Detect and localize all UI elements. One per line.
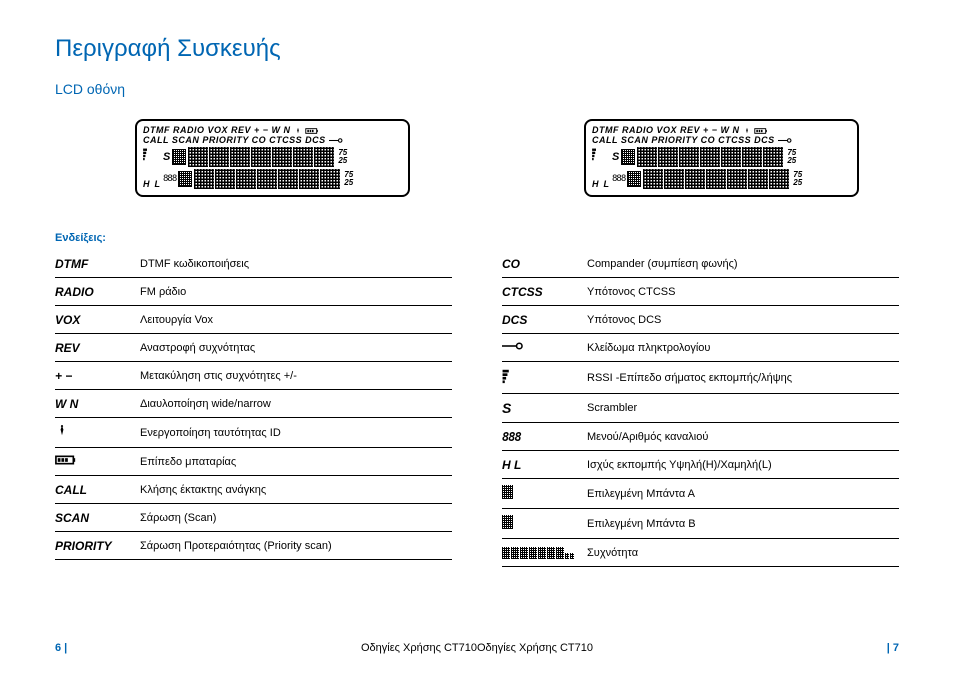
indicator-symbol: CO [502,257,587,271]
indicator-symbol [502,485,587,502]
indicator-symbol: VOX [55,313,140,327]
manual-name-left: Οδηγίες Χρήσης CT710 [361,642,477,654]
indicator-symbol: RADIO [55,285,140,299]
table-row: Ενεργοποίηση ταυτότητας ID [55,418,452,448]
indicator-description: Compander (συμπίεση φωνής) [587,258,899,270]
indicator-symbol: CTCSS [502,285,587,299]
table-row: + −Μετακύληση στις συχνότητες +/- [55,362,452,390]
indicator-description: Σάρωση Προτεραιότητας (Priority scan) [140,540,452,552]
lcd-display-right: DTMF RADIO VOX REV + − W N CALL SCAN PRI… [584,119,859,197]
indicator-description: Αναστροφή συχνότητας [140,342,452,354]
table-row: SScrambler [502,394,899,423]
signal-icon [143,147,151,161]
indicator-symbol [502,515,587,532]
indicator-symbol: DCS [502,313,587,327]
indicator-description: Υπότονος CTCSS [587,286,899,298]
lcd-line2: CALL SCAN PRIORITY CO CTCSS DCS [143,135,402,145]
right-column: COCompander (συμπίεση φωνής)CTCSSΥπότονο… [502,250,899,567]
indicator-symbol: DTMF [55,257,140,271]
footer: 6 | Οδηγίες Χρήσης CT710 Οδηγίες Χρήσης … [55,642,899,654]
page-number-left: 6 | [55,642,67,654]
band-a-icon [502,485,513,499]
page-title: Περιγραφή Συσκευής [55,35,899,63]
lcd-display-left: DTMF RADIO VOX REV + − W N CALL SCAN PRI… [135,119,410,197]
indicator-description: Επιλεγμένη Μπάντα Α [587,488,899,500]
indicator-symbol [502,547,587,559]
indicator-symbol [502,368,587,387]
indicator-symbol: SCAN [55,511,140,525]
table-row: CTCSSΥπότονος CTCSS [502,278,899,306]
table-row: PRIORITYΣάρωση Προτεραιότητας (Priority … [55,532,452,560]
indicator-symbol: W N [55,397,140,411]
indicator-description: Κλήσης έκτακτης ανάγκης [140,484,452,496]
table-row: 888Μενού/Αριθμός καναλιού [502,423,899,451]
lcd-row: DTMF RADIO VOX REV + − W N CALL SCAN PRI… [55,119,899,197]
indicator-symbol: + − [55,369,140,383]
table-row: VOXΛειτουργία Vox [55,306,452,334]
indicator-description: Σάρωση (Scan) [140,512,452,524]
indicator-description: Scrambler [587,402,899,414]
indicator-description: Λειτουργία Vox [140,314,452,326]
indicator-symbol: S [502,400,587,416]
left-column: DTMFDTMF κωδικοποιήσειςRADIOFM ράδιοVOXΛ… [55,250,452,567]
table-row: RADIOFM ράδιο [55,278,452,306]
indicator-description: Ενεργοποίηση ταυτότητας ID [140,427,452,439]
indicator-description: Κλείδωμα πληκτρολογίου [587,342,899,354]
table-row: DTMFDTMF κωδικοποιήσεις [55,250,452,278]
indicator-symbol: REV [55,341,140,355]
indicator-symbol: PRIORITY [55,539,140,553]
table-row: W NΔιαυλοποίηση wide/narrow [55,390,452,418]
indicator-symbol: CALL [55,483,140,497]
indicator-description: Επιλεγμένη Μπάντα Β [587,518,899,530]
indicator-description: Μετακύληση στις συχνότητες +/- [140,370,452,382]
indicator-description: DTMF κωδικοποιήσεις [140,258,452,270]
indicator-symbol [55,424,140,441]
indicator-symbol [55,454,140,469]
page-subtitle: LCD οθόνη [55,81,899,97]
table-row: COCompander (συμπίεση φωνής) [502,250,899,278]
indicator-description: FM ράδιο [140,286,452,298]
indicator-description: Μενού/Αριθμός καναλιού [587,431,899,443]
indicator-symbol [502,340,587,355]
indications-columns: DTMFDTMF κωδικοποιήσειςRADIOFM ράδιοVOXΛ… [55,250,899,567]
band-a-icon [172,149,186,165]
table-row: Επιλεγμένη Μπάντα Β [502,509,899,539]
indicator-description: RSSI -Επίπεδο σήματος εκπομπής/λήψης [587,372,899,384]
indicator-description: Ισχύς εκπομπής Υψηλή(H)/Χαμηλή(L) [587,459,899,471]
indications-label: Ενδείξεις: [55,232,899,244]
table-row: RSSI -Επίπεδο σήματος εκπομπής/λήψης [502,362,899,394]
indicator-symbol: H L [502,458,587,472]
table-row: Επιλεγμένη Μπάντα Α [502,479,899,509]
table-row: Συχνότητα [502,539,899,567]
indicator-symbol: 888 [502,430,587,444]
page-number-right: | 7 [887,642,899,654]
band-b-icon [178,171,192,187]
indicator-description: Συχνότητα [587,547,899,559]
table-row: DCSΥπότονος DCS [502,306,899,334]
band-b-icon [502,515,513,529]
manual-name-right: Οδηγίες Χρήσης CT710 [477,642,593,654]
table-row: SCANΣάρωση (Scan) [55,504,452,532]
indicator-description: Υπότονος DCS [587,314,899,326]
table-row: Επίπεδο μπαταρίας [55,448,452,476]
indicator-description: Επίπεδο μπαταρίας [140,456,452,468]
table-row: CALLΚλήσης έκτακτης ανάγκης [55,476,452,504]
table-row: H LΙσχύς εκπομπής Υψηλή(H)/Χαμηλή(L) [502,451,899,479]
table-row: Κλείδωμα πληκτρολογίου [502,334,899,362]
indicator-description: Διαυλοποίηση wide/narrow [140,398,452,410]
table-row: REVΑναστροφή συχνότητας [55,334,452,362]
lcd-line1: DTMF RADIO VOX REV + − W N [143,125,402,135]
